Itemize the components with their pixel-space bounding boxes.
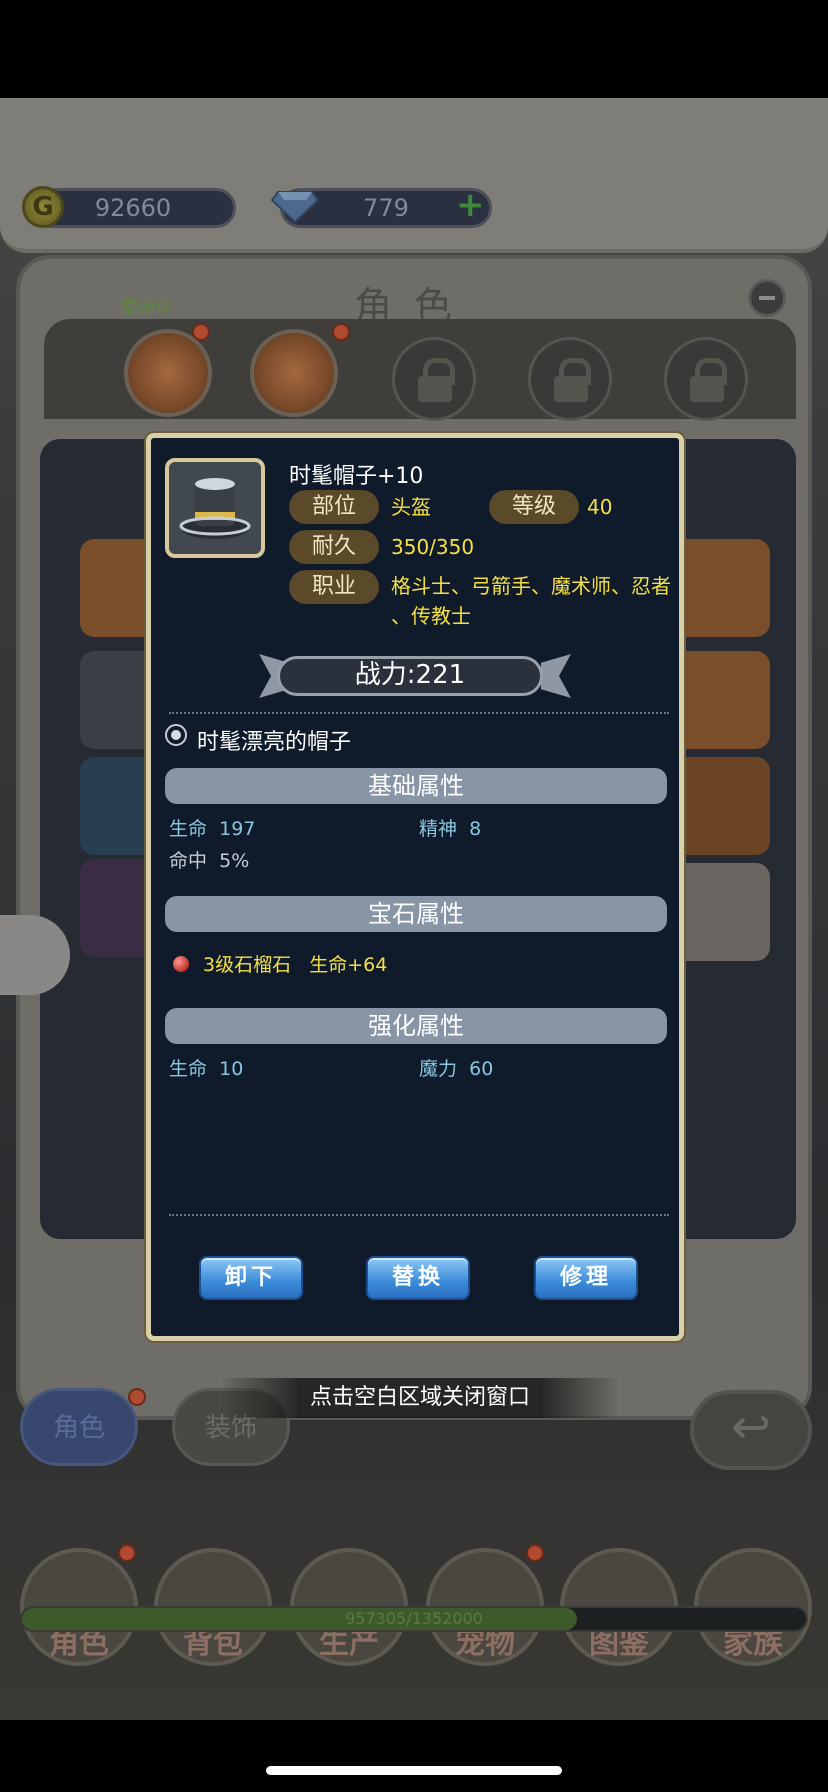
- gold-coin-icon: G: [22, 186, 64, 228]
- stat-accuracy: 命中 5%: [169, 846, 249, 873]
- close-hint[interactable]: 点击空白区域关闭窗口: [220, 1378, 620, 1418]
- stat-value: 10: [219, 1058, 244, 1080]
- divider: [169, 1214, 669, 1216]
- stat-hp: 生命 197: [169, 814, 255, 841]
- notification-dot: [128, 1388, 146, 1406]
- experience-bar: 957305/1352000: [20, 1606, 808, 1632]
- class-value-line2: 、传教士: [391, 604, 471, 628]
- gem-attributes-header: 宝石属性: [165, 896, 667, 932]
- enhance-stat-hp: 生命 10: [169, 1054, 243, 1081]
- stat-name: 魔力: [419, 1058, 458, 1080]
- character-portrait-1[interactable]: [124, 329, 212, 417]
- stat-name: 生命: [169, 818, 208, 840]
- stat-value: 60: [469, 1058, 494, 1080]
- repair-button[interactable]: 修理: [534, 1256, 638, 1300]
- character-portrait-2[interactable]: [250, 329, 338, 417]
- combat-power: 战力:221: [277, 656, 543, 696]
- stat-value: 8: [469, 818, 482, 840]
- notification-dot: [332, 323, 350, 341]
- stat-name: 命中: [169, 850, 208, 872]
- enhance-attributes-header: 强化属性: [165, 1008, 667, 1044]
- description-bullet-icon: [165, 724, 187, 746]
- experience-text: 957305/1352000: [345, 1609, 483, 1628]
- home-indicator[interactable]: [266, 1766, 562, 1775]
- stat-name: 精神: [419, 818, 458, 840]
- durability-label: 耐久: [289, 530, 379, 564]
- gem-attribute: 3级石榴石 生命+64: [203, 950, 387, 977]
- stat-value: 5%: [219, 850, 250, 872]
- notification-dot: [118, 1544, 136, 1562]
- stat-value: 197: [219, 818, 256, 840]
- diamond-amount: 779: [363, 194, 409, 222]
- durability-value: 350/350: [391, 535, 475, 559]
- top-hat-icon: [179, 478, 251, 539]
- tab-character[interactable]: 角色: [20, 1388, 138, 1466]
- notification-dot: [192, 323, 210, 341]
- locked-slot-lock-icon: [528, 337, 612, 421]
- level-label: 等级: [489, 490, 579, 524]
- class-value-line1: 格斗士、弓箭手、魔术师、忍者: [391, 574, 671, 598]
- stat-spirit: 精神 8: [419, 814, 481, 841]
- slot-label: 部位: [289, 490, 379, 524]
- power-wing-right: [541, 654, 571, 698]
- gold-amount: 92660: [94, 194, 172, 222]
- tab-character-label: 角色: [52, 1413, 105, 1443]
- class-label: 职业: [289, 570, 379, 604]
- locked-slot-lock-icon: [392, 337, 476, 421]
- add-diamond-icon[interactable]: +: [456, 188, 485, 222]
- currency-bar: 92660 G 779 +: [0, 98, 828, 253]
- replace-button[interactable]: 替换: [366, 1256, 470, 1300]
- item-description: 时髦漂亮的帽子: [197, 730, 352, 755]
- back-button[interactable]: ↩: [690, 1390, 812, 1470]
- notification-dot: [526, 1544, 544, 1562]
- stat-name: 生命: [169, 1058, 208, 1080]
- in-use-label: 使用中: [120, 297, 174, 318]
- slot-value: 头盔: [391, 495, 431, 519]
- base-attributes-header: 基础属性: [165, 768, 667, 804]
- gem-name: 3级石榴石: [203, 954, 292, 976]
- gem-effect: 生命+64: [309, 954, 388, 976]
- diamond-icon: [270, 191, 320, 224]
- divider: [169, 712, 669, 714]
- item-name: 时髦帽子+10: [289, 464, 424, 489]
- enhance-stat-magic: 魔力 60: [419, 1054, 493, 1081]
- item-detail-popup: 时髦帽子+10 部位 头盔 等级 40 耐久 350/350 职业 格斗士、弓箭…: [146, 433, 684, 1341]
- garnet-gem-icon: [173, 956, 189, 972]
- level-value: 40: [587, 495, 613, 519]
- minimize-button[interactable]: [748, 279, 786, 317]
- character-slots: [44, 319, 796, 421]
- locked-slot-lock-icon: [664, 337, 748, 421]
- unequip-button[interactable]: 卸下: [199, 1256, 303, 1300]
- item-icon-frame: [165, 458, 265, 558]
